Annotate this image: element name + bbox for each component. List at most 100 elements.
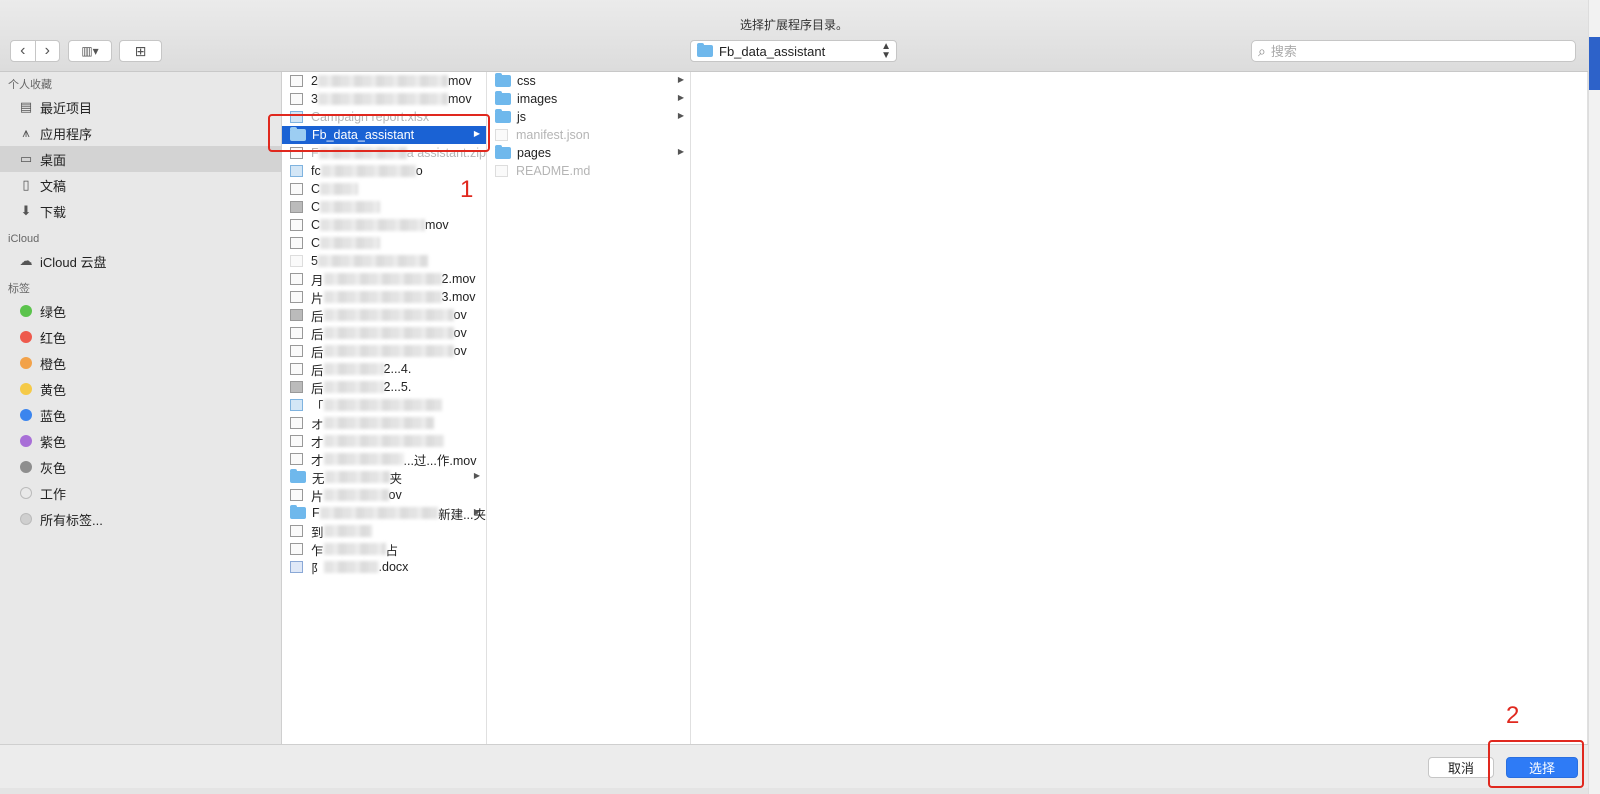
sidebar-tag-item[interactable]: 灰色 xyxy=(0,454,281,480)
tag-color-dot-icon xyxy=(20,513,32,525)
view-mode-button[interactable]: ▥▾ xyxy=(68,40,112,62)
folder-icon xyxy=(495,145,511,159)
file-icon xyxy=(290,435,303,447)
list-item[interactable]: 才 ...过...作.mov xyxy=(282,450,486,468)
file-icon xyxy=(290,201,303,213)
list-item[interactable]: 后 ov xyxy=(282,342,486,360)
item-name-suffix: 占 xyxy=(385,543,399,558)
list-item[interactable]: 5 xyxy=(282,252,486,270)
sidebar-tag-item[interactable]: 紫色 xyxy=(0,428,281,454)
list-item[interactable]: C xyxy=(282,180,486,198)
file-icon xyxy=(290,525,303,537)
sidebar-tag-item[interactable]: 绿色 xyxy=(0,298,281,324)
sidebar-tag-label: 紫色 xyxy=(40,434,67,450)
annotation-number-2: 2 xyxy=(1506,702,1520,729)
sidebar-tag-item[interactable]: 橙色 xyxy=(0,350,281,376)
list-item[interactable]: 后 ov xyxy=(282,306,486,324)
list-item-manifest-json[interactable]: manifest.json xyxy=(487,126,690,144)
item-name: 2 xyxy=(311,74,318,88)
redacted-text xyxy=(323,363,384,375)
sidebar-item-documents[interactable]: ▯ 文稿 xyxy=(0,172,281,198)
redacted-text xyxy=(323,309,454,321)
list-item[interactable]: 无 夹 ▶ xyxy=(282,468,486,486)
item-name: 片 xyxy=(311,291,324,306)
search-box[interactable]: ⌕ xyxy=(1251,40,1576,62)
browser-column-empty xyxy=(691,72,1588,744)
chevron-right-icon: ▶ xyxy=(677,75,684,84)
path-popup[interactable]: Fb_data_assistant ▲ ▼ xyxy=(690,40,897,62)
item-name-suffix: 2.mov xyxy=(441,272,476,286)
search-input[interactable] xyxy=(1270,43,1551,59)
sidebar: 个人收藏 ▤ 最近项目 ⩚ 应用程序 ▭ 桌面 ▯ 文稿 ⬇ 下载 iCloud ☁ iCloud … xyxy=(0,72,282,744)
item-name: 乍 xyxy=(311,543,324,558)
list-item-readme-md[interactable]: README.md xyxy=(487,162,690,180)
list-item-pages[interactable]: pages ▶ xyxy=(487,144,690,162)
list-item[interactable]: 月 2.mov xyxy=(282,270,486,288)
list-item-css[interactable]: css ▶ xyxy=(487,72,690,90)
item-name: C xyxy=(311,236,321,250)
item-name: 后 xyxy=(311,327,324,342)
sidebar-item-downloads[interactable]: ⬇ 下载 xyxy=(0,198,281,224)
forward-icon[interactable]: › xyxy=(36,41,60,61)
file-icon xyxy=(495,129,508,141)
item-name: pages xyxy=(517,146,552,160)
sidebar-item-applications[interactable]: ⩚ 应用程序 xyxy=(0,120,281,146)
list-item[interactable]: 片 3.mov xyxy=(282,288,486,306)
item-name: 阝 xyxy=(311,561,324,576)
sidebar-tag-label: 橙色 xyxy=(40,356,67,372)
list-item[interactable]: 才 xyxy=(282,432,486,450)
list-item[interactable]: 后 ov xyxy=(282,324,486,342)
redacted-text xyxy=(323,345,454,357)
sidebar-tag-item[interactable]: 蓝色 xyxy=(0,402,281,428)
annotation-box-1 xyxy=(268,114,490,152)
item-name-suffix: ov xyxy=(453,308,467,322)
list-item[interactable]: F 新建...夹 ▶ xyxy=(282,504,486,522)
redacted-text xyxy=(323,327,454,339)
list-item[interactable]: オ xyxy=(282,414,486,432)
list-item[interactable]: 「 xyxy=(282,396,486,414)
new-folder-icon: ⊞ xyxy=(134,42,147,59)
list-item[interactable]: fc o xyxy=(282,162,486,180)
list-item-js[interactable]: js ▶ xyxy=(487,108,690,126)
list-item[interactable]: C xyxy=(282,198,486,216)
item-name: 5 xyxy=(311,254,318,268)
list-item[interactable]: 后 2...5. xyxy=(282,378,486,396)
sidebar-tag-label: 灰色 xyxy=(40,460,67,476)
sidebar-tag-item[interactable]: 黄色 xyxy=(0,376,281,402)
item-name: css xyxy=(517,74,536,88)
tags-header: 标签 xyxy=(8,283,30,295)
list-item[interactable]: Cmov xyxy=(282,216,486,234)
item-name: 片 xyxy=(311,489,324,504)
folder-icon xyxy=(495,73,511,87)
item-name-suffix: .docx xyxy=(378,560,409,574)
updown-chevron-icon: ▲ ▼ xyxy=(881,41,891,61)
sidebar-item-recents[interactable]: ▤ 最近项目 xyxy=(0,94,281,120)
item-name: fc xyxy=(311,164,321,178)
list-item-images[interactable]: images ▶ xyxy=(487,90,690,108)
sidebar-tag-item[interactable]: 所有标签... xyxy=(0,506,281,532)
file-picker-dialog: 选择扩展程序目录。 ‹ › ▥▾ ⊞ Fb_data_assistant ▲ ▼ … xyxy=(0,0,1588,788)
redacted-text xyxy=(320,165,416,177)
sidebar-item-icloud-drive[interactable]: ☁ iCloud 云盘 xyxy=(0,248,281,274)
list-item[interactable]: 后 2...4. xyxy=(282,360,486,378)
sidebar-tag-item[interactable]: 工作 xyxy=(0,480,281,506)
folder-icon xyxy=(495,109,511,123)
desktop-icon: ▭ xyxy=(19,151,33,166)
back-icon[interactable]: ‹ xyxy=(11,41,36,61)
redacted-text xyxy=(323,381,384,393)
list-item[interactable]: 乍占 xyxy=(282,540,486,558)
list-item[interactable]: 2 mov xyxy=(282,72,486,90)
item-name: C xyxy=(311,218,321,232)
list-item[interactable]: 片 ov xyxy=(282,486,486,504)
sidebar-tag-item[interactable]: 红色 xyxy=(0,324,281,350)
downloads-icon: ⬇ xyxy=(20,203,32,218)
sidebar-item-label: 最近项目 xyxy=(40,100,93,116)
new-folder-button[interactable]: ⊞ xyxy=(119,40,162,62)
list-item[interactable]: 到 xyxy=(282,522,486,540)
cancel-button[interactable]: 取消 xyxy=(1428,757,1494,778)
sidebar-item-label: iCloud 云盘 xyxy=(40,254,107,270)
list-item[interactable]: 阝 .docx xyxy=(282,558,486,576)
list-item[interactable]: 3 mov xyxy=(282,90,486,108)
list-item[interactable]: C xyxy=(282,234,486,252)
sidebar-item-desktop[interactable]: ▭ 桌面 xyxy=(0,146,281,172)
